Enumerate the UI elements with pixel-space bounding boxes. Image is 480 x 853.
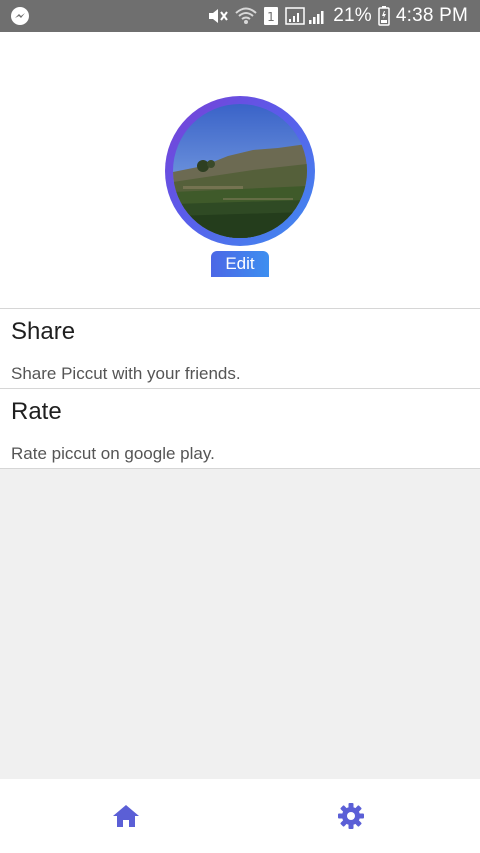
battery-percent: 21%: [333, 5, 372, 26]
sim-icon: 1: [263, 6, 279, 26]
bottom-nav: [0, 779, 480, 853]
battery-icon: [378, 6, 390, 26]
svg-text:1: 1: [267, 10, 275, 24]
status-time: 4:38 PM: [395, 5, 468, 26]
list-item-rate[interactable]: Rate Rate piccut on google play.: [0, 389, 480, 469]
signal-icon: [285, 6, 327, 26]
messenger-icon: [10, 6, 30, 26]
mute-icon: [207, 6, 229, 26]
screen: 1 21% 4:38 PM Edit Share Share Piccut wi…: [0, 0, 480, 853]
status-bar: 1 21% 4:38 PM: [0, 0, 480, 32]
options-list: Share Share Piccut with your friends. Ra…: [0, 308, 480, 469]
avatar-photo: [173, 104, 307, 238]
rate-description: Rate piccut on google play.: [11, 444, 215, 463]
edit-avatar-button[interactable]: Edit: [211, 251, 269, 277]
share-title: Share: [11, 318, 76, 345]
home-icon[interactable]: [111, 801, 141, 831]
profile-header: Edit: [0, 32, 480, 309]
settings-icon[interactable]: [336, 801, 366, 831]
rate-title: Rate: [11, 398, 62, 425]
wifi-icon: [235, 6, 257, 26]
avatar[interactable]: [165, 96, 315, 246]
list-item-share[interactable]: Share Share Piccut with your friends.: [0, 309, 480, 389]
share-description: Share Piccut with your friends.: [11, 364, 241, 383]
